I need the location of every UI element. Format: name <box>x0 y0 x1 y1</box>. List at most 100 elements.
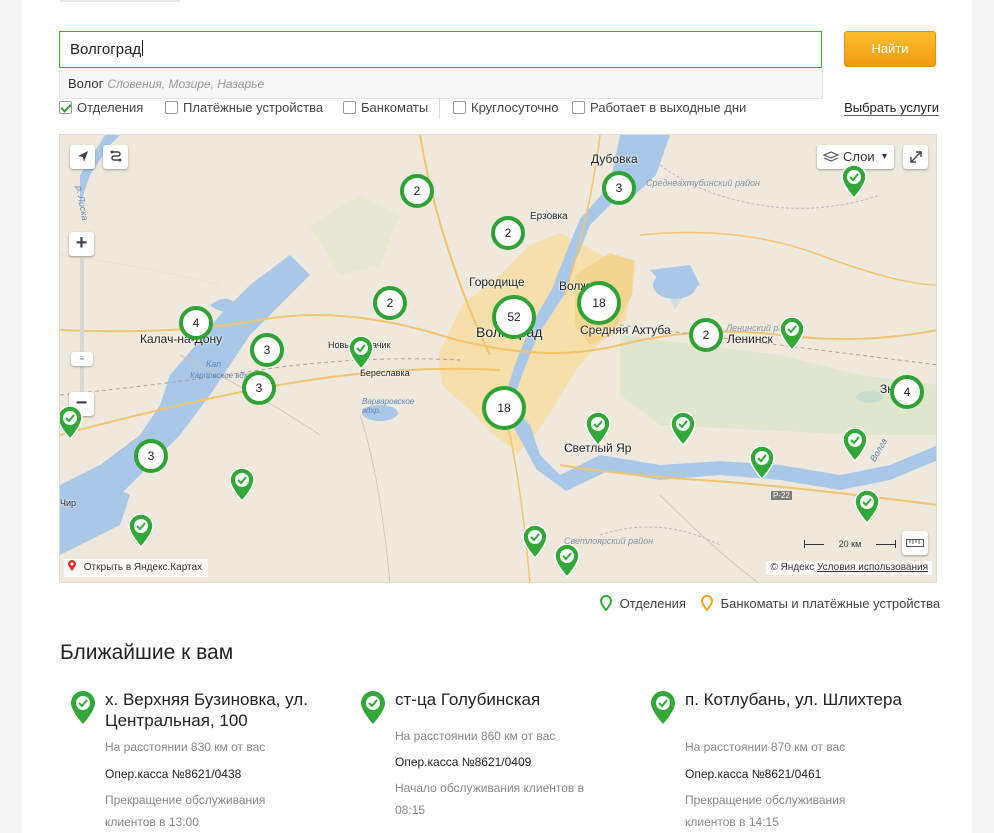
office-kassa: Опер.касса №8621/0461 <box>685 767 822 781</box>
office-distance: На расстоянии 860 км от вас <box>395 729 556 743</box>
scale-label: 20 км <box>838 539 862 549</box>
map-cluster[interactable]: 52 <box>492 295 536 339</box>
filter-weekends[interactable]: Работает в выходные дни <box>572 100 746 115</box>
filter-offices[interactable]: Отделения <box>59 100 143 115</box>
office-pin-icon[interactable] <box>128 514 154 548</box>
office-address[interactable]: х. Верхняя Бузиновка, ул. Центральная, 1… <box>105 689 345 731</box>
office-pin-icon[interactable] <box>59 406 83 440</box>
office-pin-icon[interactable] <box>522 525 548 559</box>
map[interactable]: Дубовка Ерзовка Городище Волгоград Волж … <box>59 134 937 583</box>
filter-label: Отделения <box>77 100 144 115</box>
area-label: Среднеахтубинский район <box>646 178 760 188</box>
route-button[interactable] <box>103 145 128 169</box>
filter-label: Платёжные устройства <box>183 100 324 115</box>
open-yandex-maps-link[interactable]: Открыть в Яндекс.Картах <box>64 559 209 577</box>
place-label: Кап <box>206 359 222 369</box>
filter-label: Банкоматы <box>361 100 429 115</box>
legend-offices-label: Отделения <box>619 596 686 611</box>
place-label: Чир <box>60 498 77 508</box>
map-cluster[interactable]: 18 <box>577 281 621 325</box>
layers-icon <box>823 151 839 162</box>
office-status: Начало обслуживания клиентов в 08:15 <box>395 781 585 817</box>
green-pin-icon <box>599 595 613 612</box>
map-copyright: © Яндекс Условия использования <box>766 561 932 575</box>
map-cluster[interactable]: 3 <box>602 171 636 205</box>
filter-24h[interactable]: Круглосуточно <box>453 100 559 115</box>
map-cluster[interactable]: 3 <box>134 439 168 473</box>
office-status: Прекращение обслуживания клиентов в 13:0… <box>105 793 266 829</box>
office-pin-icon[interactable] <box>585 412 611 446</box>
place-label: Средняя Ахтуба <box>580 323 671 337</box>
ruler-button[interactable] <box>902 531 928 555</box>
map-cluster[interactable]: 2 <box>400 174 434 208</box>
map-cluster[interactable]: 4 <box>179 306 213 340</box>
place-label: Городище <box>469 275 525 289</box>
map-cluster[interactable]: 4 <box>890 375 924 409</box>
search-button[interactable]: Найти <box>844 31 936 67</box>
search-suggestion[interactable]: Волог Словения, Мозире, Назарье <box>59 69 823 99</box>
office-pin-icon[interactable] <box>854 490 880 524</box>
filter-label: Работает в выходные дни <box>590 100 747 115</box>
office-pin-icon[interactable] <box>779 317 805 351</box>
terms-of-use-link[interactable]: Условия использования <box>817 562 928 573</box>
place-label: Дубовка <box>591 152 638 166</box>
office-status: Прекращение обслуживания клиентов в 14:1… <box>685 793 846 829</box>
place-label: Ленинск <box>727 332 773 346</box>
nearest-title: Ближайшие к вам <box>60 641 234 664</box>
route-icon <box>110 150 121 162</box>
filters-bar: Отделения Платёжные устройства Банкоматы… <box>59 97 939 119</box>
chevron-down-icon: ▾ <box>881 151 887 162</box>
map-cluster[interactable]: 2 <box>491 216 525 250</box>
water-label: Варваровское вдхр. <box>362 397 415 415</box>
text-caret <box>142 40 144 56</box>
map-cluster[interactable]: 3 <box>250 333 284 367</box>
checkbox-icon[interactable] <box>572 101 585 114</box>
office-pin-icon[interactable] <box>348 336 374 370</box>
office-pin-icon[interactable] <box>841 165 867 199</box>
road-label: Р-22 <box>771 491 792 500</box>
zoom-slider-track[interactable] <box>80 258 84 408</box>
office-pin-icon <box>361 691 385 724</box>
office-pin-icon[interactable] <box>229 468 255 502</box>
checkbox-icon[interactable] <box>453 101 466 114</box>
office-address[interactable]: ст-ца Голубинская <box>395 689 635 710</box>
suggestion-sub: Словения, Мозире, Назарье <box>107 77 265 91</box>
place-label: Ерзовка <box>530 211 568 222</box>
locate-button[interactable] <box>70 145 95 169</box>
office-pin-icon[interactable] <box>842 428 868 462</box>
checkbox-checked-icon[interactable] <box>59 101 72 114</box>
zoom-slider-handle[interactable]: ≡ <box>71 352 93 366</box>
fullscreen-button[interactable] <box>903 145 928 169</box>
map-cluster[interactable]: 2 <box>689 318 723 352</box>
office-distance: На расстоянии 870 км от вас <box>685 740 846 754</box>
map-pin-red-icon <box>68 560 76 571</box>
filter-atms[interactable]: Банкоматы <box>343 100 428 115</box>
place-label: Калач-на-Дону <box>140 332 223 346</box>
map-cluster[interactable]: 18 <box>482 386 526 430</box>
search-input-value: Волгоград <box>70 41 142 58</box>
checkbox-icon[interactable] <box>165 101 178 114</box>
search-input[interactable]: Волгоград <box>59 31 822 68</box>
office-address[interactable]: п. Котлубань, ул. Шлихтера <box>685 689 925 710</box>
orange-pin-icon <box>700 595 714 612</box>
layers-label: Слои <box>843 149 875 164</box>
office-kassa: Опер.касса №8621/0409 <box>395 755 532 769</box>
map-cluster[interactable]: 2 <box>373 286 407 320</box>
office-pin-icon[interactable] <box>670 412 696 446</box>
office-pin-icon <box>71 691 95 724</box>
top-divider <box>60 0 180 2</box>
office-pin-icon[interactable] <box>554 544 580 578</box>
ruler-icon <box>906 539 924 547</box>
expand-icon <box>909 151 922 163</box>
legend-offices: Отделения <box>599 595 686 612</box>
office-pin-icon[interactable] <box>749 446 775 480</box>
checkbox-icon[interactable] <box>343 101 356 114</box>
map-cluster[interactable]: 3 <box>242 371 276 405</box>
map-scale: 20 км <box>804 537 896 551</box>
filter-payment-devices[interactable]: Платёжные устройства <box>165 100 323 115</box>
filter-divider <box>439 97 440 119</box>
open-yandex-label: Открыть в Яндекс.Картах <box>83 562 203 573</box>
zoom-in-button[interactable]: + <box>69 232 94 256</box>
location-arrow-icon <box>77 151 88 162</box>
choose-services-link[interactable]: Выбрать услуги <box>844 100 939 116</box>
